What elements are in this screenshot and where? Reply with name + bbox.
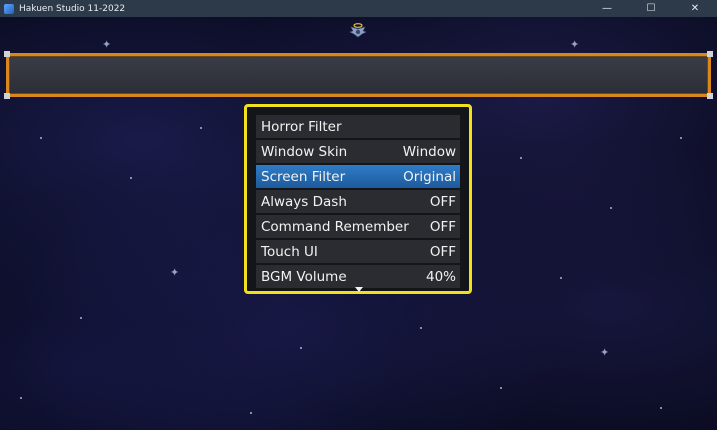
star bbox=[40, 137, 42, 139]
window-titlebar: Hakuen Studio 11-2022 — ☐ ✕ bbox=[0, 0, 717, 17]
star bbox=[680, 137, 682, 139]
option-value: Window bbox=[402, 143, 456, 160]
star-sparkle: ✦ bbox=[600, 346, 610, 359]
maximize-icon: ☐ bbox=[646, 3, 656, 14]
window-corner bbox=[707, 51, 713, 57]
minimize-button[interactable]: — bbox=[585, 0, 629, 17]
option-bgm-volume[interactable]: BGM Volume 40% bbox=[256, 265, 460, 288]
window-title: Hakuen Studio 11-2022 bbox=[19, 3, 126, 14]
maximize-button[interactable]: ☐ bbox=[629, 0, 673, 17]
option-label: Screen Filter bbox=[261, 168, 346, 185]
star-sparkle: ✦ bbox=[570, 38, 580, 51]
star bbox=[560, 277, 562, 279]
option-always-dash[interactable]: Always Dash OFF bbox=[256, 190, 460, 213]
game-canvas[interactable]: ✦ ✦ ✦ ✦ Horror Filter Window Skin Window bbox=[0, 17, 717, 430]
window-corner bbox=[4, 51, 10, 57]
star bbox=[610, 207, 612, 209]
option-window-skin[interactable]: Window Skin Window bbox=[256, 140, 460, 163]
star bbox=[420, 327, 422, 329]
star bbox=[200, 127, 202, 129]
window-corner bbox=[4, 93, 10, 99]
star bbox=[500, 387, 502, 389]
option-horror-filter[interactable]: Horror Filter bbox=[256, 115, 460, 138]
option-value: Original bbox=[403, 168, 456, 185]
window-corner bbox=[707, 93, 713, 99]
option-label: Touch UI bbox=[261, 243, 318, 260]
star bbox=[300, 347, 302, 349]
star bbox=[250, 412, 252, 414]
close-icon: ✕ bbox=[690, 3, 700, 14]
star bbox=[130, 177, 132, 179]
options-menu: Horror Filter Window Skin Window Screen … bbox=[244, 104, 472, 294]
option-label: BGM Volume bbox=[261, 268, 347, 285]
option-value: OFF bbox=[429, 218, 456, 235]
star bbox=[660, 407, 662, 409]
option-label: Always Dash bbox=[261, 193, 347, 210]
option-touch-ui[interactable]: Touch UI OFF bbox=[256, 240, 460, 263]
star bbox=[20, 397, 22, 399]
option-value: 40% bbox=[425, 268, 456, 285]
star bbox=[80, 317, 82, 319]
star-sparkle: ✦ bbox=[170, 266, 180, 279]
star bbox=[520, 157, 522, 159]
option-label: Horror Filter bbox=[261, 118, 342, 135]
option-screen-filter[interactable]: Screen Filter Original bbox=[256, 165, 460, 188]
star-sparkle: ✦ bbox=[102, 38, 112, 51]
app-icon bbox=[4, 3, 14, 14]
winged-emblem-icon bbox=[349, 23, 367, 38]
option-label: Window Skin bbox=[261, 143, 348, 160]
close-button[interactable]: ✕ bbox=[673, 0, 717, 17]
option-value: OFF bbox=[429, 193, 456, 210]
scroll-down-arrow-icon[interactable] bbox=[355, 287, 363, 292]
help-window bbox=[4, 51, 713, 99]
option-command-remember[interactable]: Command Remember OFF bbox=[256, 215, 460, 238]
option-label: Command Remember bbox=[261, 218, 409, 235]
minimize-icon: — bbox=[602, 3, 612, 14]
option-value: OFF bbox=[429, 243, 456, 260]
